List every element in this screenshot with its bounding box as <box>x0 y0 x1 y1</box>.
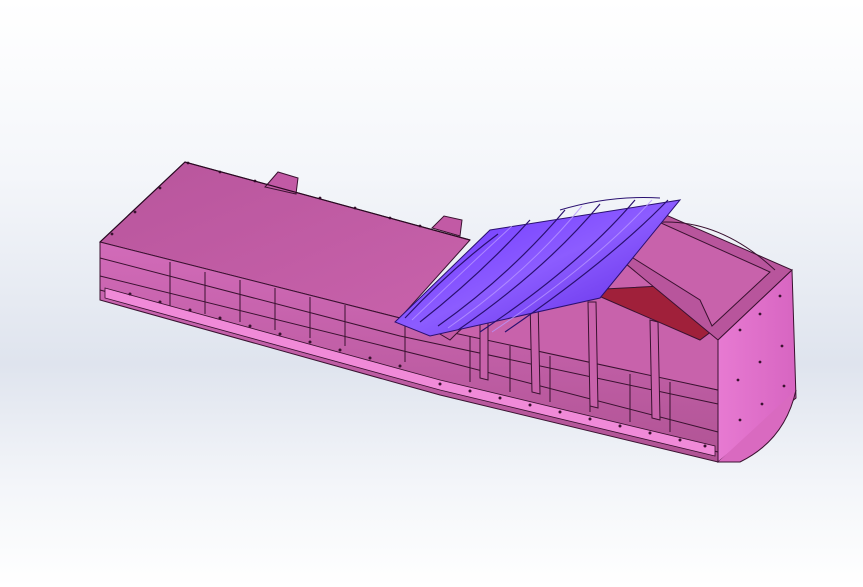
cad-viewport[interactable] <box>0 0 863 587</box>
cad-model[interactable] <box>0 0 863 587</box>
